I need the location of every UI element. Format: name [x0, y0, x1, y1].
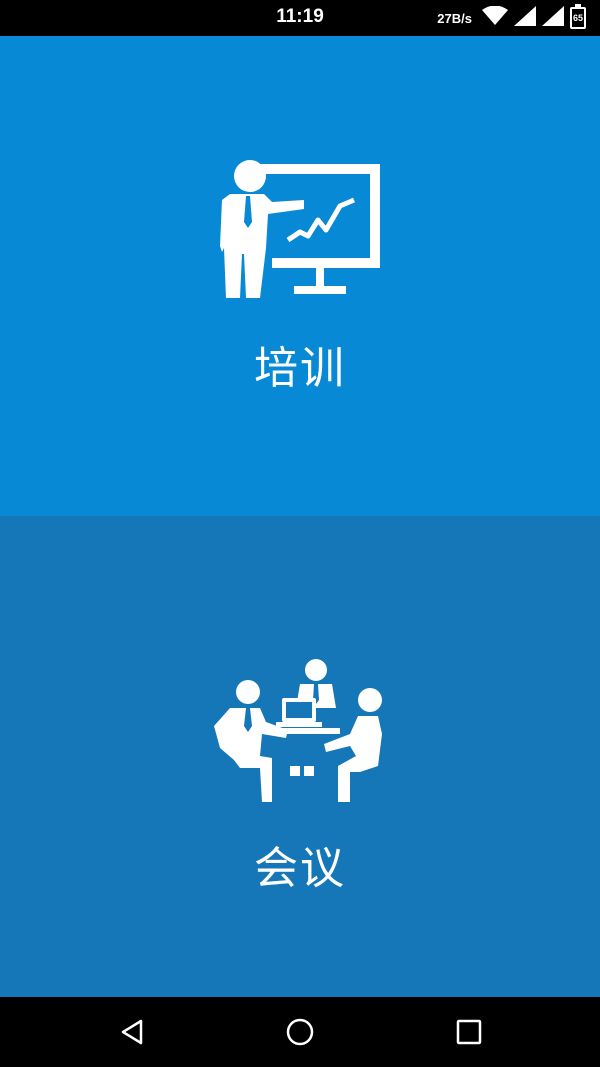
meeting-label: 会议: [254, 843, 346, 894]
training-panel[interactable]: 培训: [0, 36, 600, 516]
navigation-bar: [0, 997, 600, 1067]
battery-level: 65: [572, 13, 583, 23]
wifi-icon: [482, 5, 508, 30]
back-icon[interactable]: [117, 1017, 147, 1047]
meeting-panel[interactable]: 会议: [0, 516, 600, 997]
battery-icon: 65: [570, 4, 586, 29]
meeting-icon: [214, 659, 382, 802]
signal-icon: [514, 6, 536, 30]
recent-apps-icon[interactable]: [454, 1017, 484, 1047]
home-icon[interactable]: [285, 1017, 315, 1047]
presentation-icon: [220, 160, 380, 298]
network-speed: 27B/s: [437, 10, 472, 26]
signal-icon: [542, 6, 564, 30]
status-bar: 11:19 27B/s 65: [0, 0, 600, 36]
status-indicators: 27B/s 65: [437, 4, 586, 30]
training-label: 培训: [254, 343, 346, 394]
